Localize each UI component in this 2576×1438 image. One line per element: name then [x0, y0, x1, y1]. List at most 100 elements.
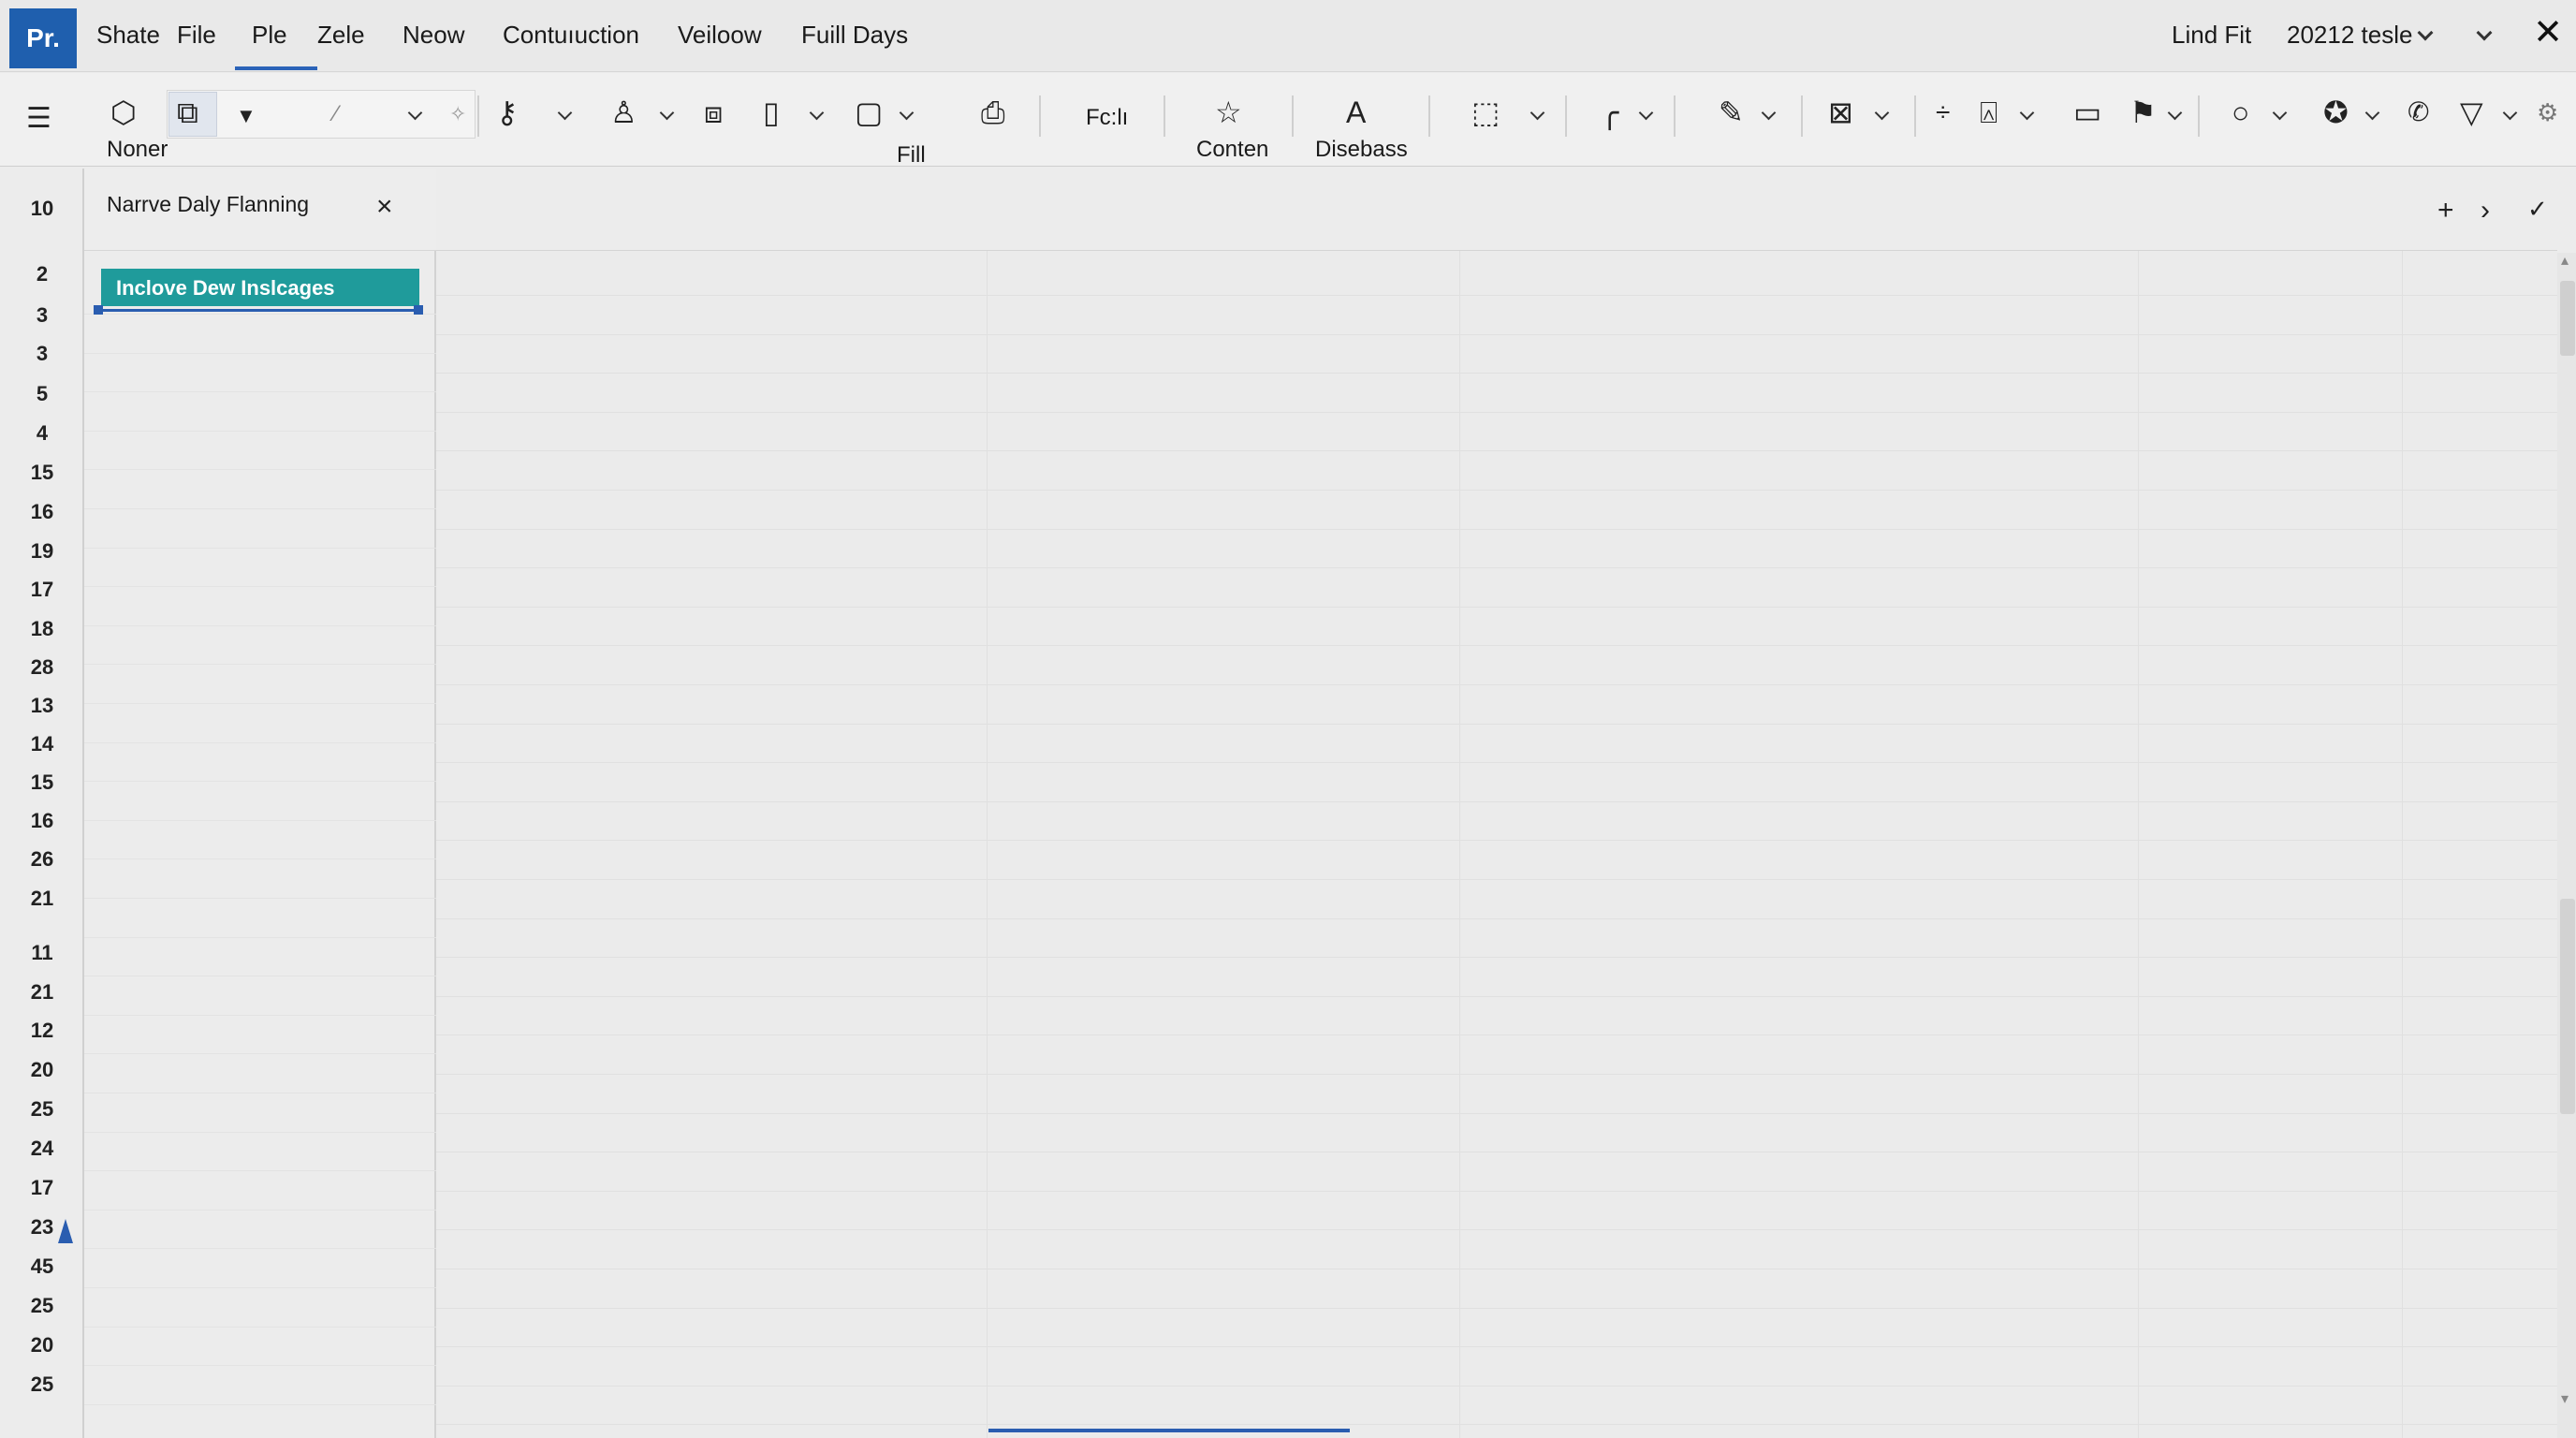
key-icon[interactable]: ⚷ [496, 97, 518, 127]
layout-icon[interactable]: ⧉ [177, 97, 198, 127]
chevron-right-icon[interactable]: › [2481, 195, 2490, 227]
split-icon[interactable]: ÷ [1936, 97, 1950, 127]
menu-neow[interactable]: Neow [402, 21, 464, 50]
fill-label: Fill [897, 142, 926, 168]
overflow-dropdown[interactable] [2471, 21, 2493, 50]
panel-row-line [84, 548, 436, 549]
row-marker-icon[interactable] [58, 1219, 73, 1243]
sparkle-icon[interactable]: ✧ [449, 99, 466, 129]
row-number[interactable]: 21 [0, 980, 84, 1005]
filter-icon[interactable]: ▼ [236, 101, 256, 131]
pen-icon[interactable]: ⁄ [334, 99, 338, 129]
text-a-icon[interactable]: A [1346, 97, 1366, 127]
add-icon[interactable]: + [2437, 195, 2454, 227]
row-number[interactable]: 45 [0, 1255, 84, 1279]
star-icon[interactable]: ☆ [1215, 97, 1242, 127]
row-number[interactable]: 2 [0, 262, 84, 286]
row-number[interactable]: 13 [0, 694, 84, 718]
grid-row-line [436, 567, 2557, 568]
phone-icon[interactable]: ✆ [2408, 97, 2429, 127]
curve-icon[interactable]: ╭ [1601, 97, 1618, 127]
scrollbar-thumb[interactable] [2560, 899, 2575, 1114]
row-number[interactable]: 19 [0, 539, 84, 564]
resize-icon[interactable]: ⬚ [1471, 97, 1500, 127]
selection-handle-right[interactable] [414, 305, 423, 315]
grid-row-line [436, 1424, 2557, 1425]
menu-contuiuction[interactable]: Contuıuction [503, 21, 639, 50]
row-number[interactable]: 20 [0, 1333, 84, 1357]
funnel-icon[interactable]: ▽ [2460, 97, 2483, 127]
selection-handle-left[interactable] [94, 305, 103, 315]
rectangle-icon[interactable]: ▭ [2073, 97, 2101, 127]
page-icon[interactable]: ▯ [763, 97, 780, 127]
badge-icon[interactable]: ✪ [2323, 97, 2349, 127]
check-icon[interactable]: ✓ [2527, 195, 2548, 224]
grid-row-line [436, 996, 2557, 997]
formula-icon[interactable]: ⊠ [1828, 97, 1853, 127]
vertical-scrollbar[interactable]: ▴ ▾ [2557, 253, 2576, 1438]
row-number[interactable]: 21 [0, 887, 84, 911]
menu-shate[interactable]: Shate [96, 21, 160, 50]
row-number[interactable]: 25 [0, 1372, 84, 1397]
menu-file[interactable]: File [177, 21, 216, 50]
chevron-down-icon [2417, 24, 2434, 41]
grid-row-line [436, 684, 2557, 685]
grid-row-line [436, 1386, 2557, 1387]
row-number[interactable]: 20 [0, 1058, 84, 1082]
copy-icon[interactable]: ⧈ [704, 97, 723, 127]
toolbar-separator [477, 95, 479, 137]
grid-row-line [436, 490, 2557, 491]
row-number[interactable]: 17 [0, 1176, 84, 1200]
flag-icon[interactable]: ⚑ [2130, 97, 2157, 127]
panel-row-line [84, 742, 436, 743]
panel-row-line [84, 1287, 436, 1288]
grid-row-line [436, 373, 2557, 374]
grid-canvas[interactable]: + › ✓ [436, 169, 2557, 1438]
row-number[interactable]: 12 [0, 1019, 84, 1043]
row-number[interactable]: 17 [0, 578, 84, 602]
horizontal-scrollbar-thumb[interactable] [988, 1429, 1350, 1432]
row-number[interactable]: 3 [0, 342, 84, 366]
menu-fuill-days[interactable]: Fuill Days [801, 21, 908, 50]
row-number[interactable]: 3 [0, 303, 84, 328]
row-number[interactable]: 25 [0, 1294, 84, 1318]
lind-fit-button[interactable]: Lind Fit [2172, 21, 2251, 50]
row-number[interactable]: 15 [0, 461, 84, 485]
scrollbar-thumb[interactable] [2560, 281, 2575, 356]
row-number[interactable]: 26 [0, 847, 84, 872]
row-number[interactable]: 11 [0, 941, 84, 965]
brush-icon[interactable]: ✎ [1719, 97, 1744, 127]
menu-zele[interactable]: Zele [317, 21, 365, 50]
row-number[interactable]: 28 [0, 655, 84, 680]
menu-veiloow[interactable]: Veiloow [678, 21, 762, 50]
row-number[interactable]: 4 [0, 421, 84, 446]
menu-ple[interactable]: Ple [252, 21, 287, 50]
close-icon[interactable]: × [376, 191, 393, 223]
row-number[interactable]: 18 [0, 617, 84, 641]
view-select[interactable]: 20212 tesle [2287, 21, 2434, 50]
shape-icon[interactable]: ⬡ [110, 97, 137, 127]
lock-icon[interactable]: ⍓ [1980, 97, 1998, 127]
row-number[interactable]: 16 [0, 809, 84, 833]
frame-icon[interactable]: ▢ [855, 97, 883, 127]
row-number[interactable]: 25 [0, 1097, 84, 1122]
scroll-down-icon[interactable]: ▾ [2561, 1389, 2569, 1408]
fcl-button[interactable]: Fc:lı [1086, 105, 1128, 131]
row-number[interactable]: 14 [0, 732, 84, 756]
settings-icon[interactable]: ⚙ [2537, 97, 2558, 127]
stamp-icon[interactable]: ♙ [610, 97, 637, 127]
grid-column-line [2402, 251, 2403, 1438]
close-icon[interactable]: ✕ [2533, 15, 2563, 51]
paint-icon[interactable]: ⎙ [981, 97, 1005, 127]
row-number[interactable]: 5 [0, 382, 84, 406]
row-number[interactable]: 15 [0, 770, 84, 795]
toolbar-separator [1565, 95, 1567, 137]
panel-row-line [84, 1210, 436, 1211]
app-logo[interactable]: Pr. [9, 8, 77, 68]
row-number[interactable]: 24 [0, 1137, 84, 1161]
circle-icon[interactable]: ○ [2232, 97, 2249, 127]
row-number[interactable]: 16 [0, 500, 84, 524]
selected-list-item[interactable]: Inclove Dew Inslcages [101, 269, 419, 306]
list-icon[interactable]: ☰ [26, 104, 51, 134]
scroll-up-icon[interactable]: ▴ [2561, 251, 2569, 270]
